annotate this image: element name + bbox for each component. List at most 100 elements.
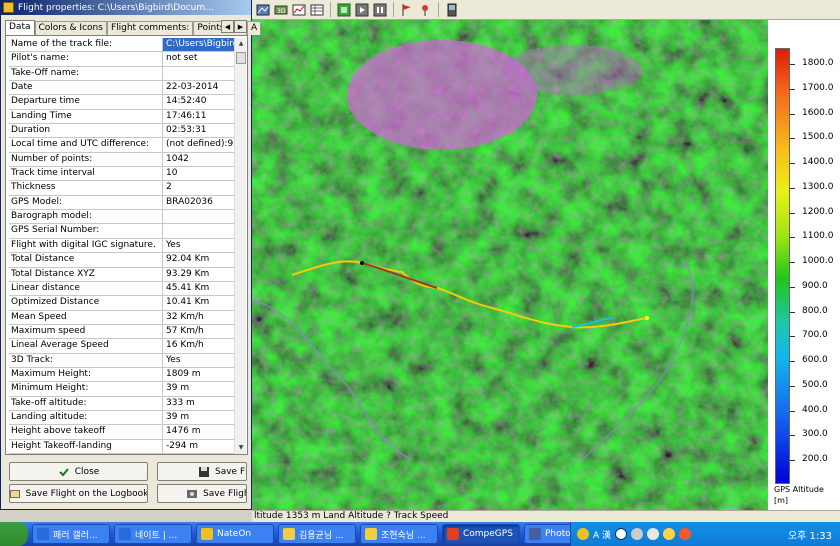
property-value[interactable]: 1809 m xyxy=(163,368,235,381)
tab-scroll-left-icon[interactable]: ◀ xyxy=(221,20,234,33)
property-row[interactable]: Lineal Average Speed 16 Km/h xyxy=(9,339,235,354)
profile-graph-icon[interactable] xyxy=(291,2,307,18)
property-row[interactable]: Barograph model: xyxy=(9,210,235,225)
property-value[interactable]: 10.41 Km xyxy=(163,296,235,309)
tab-data[interactable]: Data xyxy=(5,20,35,36)
taskbar-item[interactable]: 패러 갤러... xyxy=(32,524,110,544)
property-row[interactable]: Take-Off name: xyxy=(9,66,235,82)
property-value[interactable]: Yes xyxy=(163,354,235,367)
property-row[interactable]: Minimum Height: 39 m xyxy=(9,382,235,397)
tab-flight-comments[interactable]: Flight comments: xyxy=(106,21,194,35)
property-value[interactable]: not set xyxy=(163,52,235,65)
waypoint-icon[interactable] xyxy=(399,2,415,18)
property-value[interactable]: Yes xyxy=(163,239,235,252)
property-value[interactable] xyxy=(163,210,235,223)
property-row[interactable]: Landing altitude: 39 m xyxy=(9,410,235,426)
property-value[interactable]: 17:46:11 xyxy=(163,110,235,123)
property-value[interactable]: 57 Km/h xyxy=(163,325,235,338)
clock[interactable]: 오후 1:33 xyxy=(788,527,832,542)
ime-indicator[interactable]: A 漢 xyxy=(593,528,611,541)
property-row[interactable]: Thickness 2 xyxy=(9,181,235,196)
3d-view-icon[interactable]: 3D xyxy=(273,2,289,18)
property-row[interactable]: Total Distance XYZ 93.29 Km xyxy=(9,267,235,282)
property-row[interactable]: Duration 02:53:31 xyxy=(9,124,235,139)
property-row[interactable]: 3D Track: Yes xyxy=(9,353,235,368)
property-row[interactable]: Linear distance 45.41 Km xyxy=(9,281,235,297)
property-value[interactable]: 2 xyxy=(163,181,235,194)
save-logbook-button[interactable]: Save Flight on the Logbook xyxy=(9,484,148,503)
security-icon[interactable] xyxy=(679,528,692,540)
property-value[interactable]: 1476 m xyxy=(163,425,235,438)
pin-icon[interactable] xyxy=(417,2,433,18)
scroll-thumb[interactable] xyxy=(236,52,246,64)
terrain-map[interactable] xyxy=(252,20,768,510)
property-row[interactable]: Flight with digital IGC signature. Yes xyxy=(9,238,235,254)
property-row[interactable]: Number of points: 1042 xyxy=(9,152,235,168)
property-value[interactable]: -294 m xyxy=(163,440,235,453)
taskbar-item[interactable]: 김용균님 ... xyxy=(278,524,356,544)
property-row[interactable]: Maximum Height: 1809 m xyxy=(9,367,235,383)
property-row[interactable]: GPS Model: BRA02036 xyxy=(9,195,235,211)
property-value[interactable]: BRA02036 xyxy=(163,196,235,209)
property-value[interactable]: 02:53:31 xyxy=(163,124,235,137)
scroll-down-icon[interactable]: ▼ xyxy=(236,443,246,453)
map-view-icon[interactable] xyxy=(255,2,271,18)
property-value[interactable]: 32 Km/h xyxy=(163,311,235,324)
vertical-scrollbar[interactable]: ▲ ▼ xyxy=(234,38,246,454)
messenger-icon[interactable] xyxy=(663,528,676,540)
property-row[interactable]: Maximum speed 57 Km/h xyxy=(9,324,235,340)
property-value[interactable]: (not defined):9:00 xyxy=(163,138,235,151)
property-row[interactable]: Optimized Distance 10.41 Km xyxy=(9,296,235,311)
close-button[interactable]: Close xyxy=(9,462,148,481)
property-value[interactable]: 1042 xyxy=(163,153,235,166)
tab-scroll-right-icon[interactable]: ▶ xyxy=(234,20,247,33)
property-value[interactable]: 39 m xyxy=(163,382,235,395)
property-value[interactable]: 45.41 Km xyxy=(163,282,235,295)
save-flight-button[interactable]: Save Flight xyxy=(157,462,247,481)
property-value[interactable]: 10 xyxy=(163,167,235,180)
start-button[interactable] xyxy=(0,522,28,546)
property-row[interactable]: Take-off altitude: 333 m xyxy=(9,396,235,411)
property-row[interactable]: Track time interval 10 xyxy=(9,167,235,182)
taskbar-item[interactable]: 네이트 | ... xyxy=(114,524,192,544)
taskbar-item[interactable]: 조현숙님 ... xyxy=(360,524,438,544)
property-row[interactable]: Total Distance 92.04 Km xyxy=(9,253,235,268)
taskbar-item[interactable]: CompeGPS xyxy=(442,524,520,544)
property-value[interactable]: 93.29 Km xyxy=(163,268,235,281)
property-value[interactable]: 333 m xyxy=(163,397,235,410)
keyboard-icon[interactable] xyxy=(631,528,644,540)
tab-colors-icons[interactable]: Colors & Icons xyxy=(34,21,107,35)
record-icon[interactable] xyxy=(336,2,352,18)
property-row[interactable]: Height Takeoff-landing -294 m xyxy=(9,439,235,454)
property-value[interactable] xyxy=(163,67,235,80)
help-icon[interactable] xyxy=(615,528,628,540)
property-row[interactable]: Name of the track file: C:\Users\Bigbird\ xyxy=(9,38,235,53)
taskbar-item[interactable]: NateOn xyxy=(196,524,274,544)
dialog-titlebar[interactable]: Flight properties: C:\Users\Bigbird\Docu… xyxy=(1,0,251,15)
property-value[interactable]: 14:52:40 xyxy=(163,95,235,108)
tab-overflow[interactable]: A xyxy=(247,21,262,35)
volume-icon[interactable] xyxy=(647,528,660,540)
play-icon[interactable] xyxy=(354,2,370,18)
property-row[interactable]: GPS Serial Number: xyxy=(9,224,235,239)
scroll-up-icon[interactable]: ▲ xyxy=(236,39,246,49)
property-row[interactable]: Local time and UTC difference: (not defin… xyxy=(9,138,235,153)
save-flight-button-2[interactable]: Save Flight xyxy=(157,484,247,503)
property-row[interactable]: Landing Time 17:46:11 xyxy=(9,109,235,125)
property-value[interactable]: 92.04 Km xyxy=(163,253,235,266)
pause-icon[interactable] xyxy=(372,2,388,18)
property-value[interactable] xyxy=(163,224,235,237)
property-row[interactable]: Date 22-03-2014 xyxy=(9,81,235,96)
property-value[interactable]: 22-03-2014 xyxy=(163,81,235,94)
property-row[interactable]: Pilot's name: not set xyxy=(9,52,235,67)
network-icon[interactable] xyxy=(577,528,589,540)
task-label: 김용균님 ... xyxy=(299,530,344,541)
device-icon[interactable] xyxy=(444,2,460,18)
property-row[interactable]: Departure time 14:52:40 xyxy=(9,95,235,110)
table-icon[interactable] xyxy=(309,2,325,18)
property-row[interactable]: Mean Speed 32 Km/h xyxy=(9,310,235,325)
property-value[interactable]: C:\Users\Bigbird\ xyxy=(163,38,235,52)
property-row[interactable]: Height above takeoff 1476 m xyxy=(9,425,235,440)
property-value[interactable]: 16 Km/h xyxy=(163,339,235,352)
property-value[interactable]: 39 m xyxy=(163,411,235,424)
